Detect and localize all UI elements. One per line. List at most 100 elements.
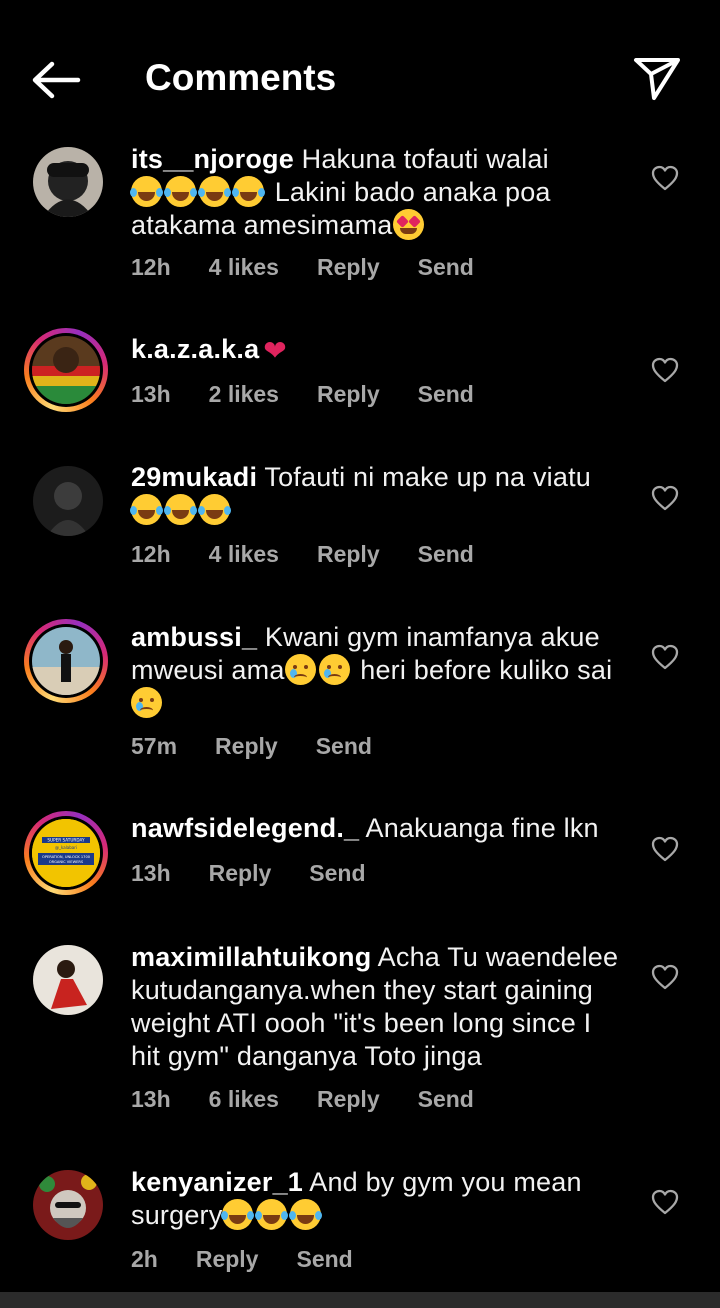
story-ring[interactable]	[24, 328, 108, 412]
reply-button[interactable]: Reply	[317, 380, 380, 408]
comment-item: maximillahtuikong Acha Tu waendelee kutu…	[0, 935, 720, 1125]
reply-button[interactable]: Reply	[317, 540, 380, 568]
story-ring[interactable]	[24, 619, 108, 703]
heart-outline-icon[interactable]	[651, 644, 679, 670]
comment-text: maximillahtuikong Acha Tu waendelee kutu…	[131, 941, 626, 1073]
avatar-text: @_kalabari	[55, 845, 77, 850]
comment-username[interactable]: 29mukadi	[131, 462, 257, 492]
heart-outline-icon[interactable]	[651, 1189, 679, 1215]
comment-meta: 13h 6 likes Reply Send	[131, 1085, 512, 1113]
comment-username[interactable]: ambussi_	[131, 622, 257, 652]
avatar-image	[33, 1170, 103, 1240]
bottom-bar	[0, 1292, 720, 1308]
laughing-emoji-icon	[164, 494, 197, 525]
comment-item: SUPER SATURDAY @_kalabari OPERATION, UNL…	[0, 806, 720, 906]
comment-time: 57m	[131, 733, 178, 759]
avatar[interactable]	[33, 147, 103, 217]
reply-button[interactable]: Reply	[317, 1085, 380, 1113]
comment-time: 13h	[131, 1086, 171, 1112]
heart-outline-icon[interactable]	[651, 357, 679, 383]
comment-text-line: atakama amesimama	[131, 210, 393, 240]
comment-meta: 13h 2 likes Reply Send	[131, 380, 512, 408]
comment-username[interactable]: nawfsidelegend._	[131, 813, 359, 843]
avatar-image	[33, 466, 103, 536]
reply-button[interactable]: Reply	[215, 732, 278, 760]
laughing-emoji-icon	[221, 1199, 255, 1230]
comment-username[interactable]: its__njoroge	[131, 144, 294, 174]
comment-text: kenyanizer_1 And by gym you mean surgery	[131, 1166, 626, 1232]
heart-outline-icon[interactable]	[651, 964, 679, 990]
reply-button[interactable]: Reply	[209, 859, 272, 887]
red-heart-emoji-icon: ❤	[263, 335, 287, 366]
comment-item: k.a.z.a.k.a ❤ 13h 2 likes Reply Send	[0, 320, 720, 420]
laughing-emoji-icon	[130, 494, 163, 525]
send-button[interactable]: Send	[418, 253, 474, 281]
comment-meta: 12h 4 likes Reply Send	[131, 540, 512, 568]
reply-button[interactable]: Reply	[196, 1245, 259, 1273]
comment-username[interactable]: kenyanizer_1	[131, 1167, 303, 1197]
reply-button[interactable]: Reply	[317, 253, 380, 281]
likes-count[interactable]: 2 likes	[209, 380, 279, 408]
send-button[interactable]: Send	[418, 1085, 474, 1113]
laughing-emoji-icon	[198, 176, 231, 207]
avatar-image	[33, 147, 103, 217]
avatar[interactable]	[33, 945, 103, 1015]
heart-outline-icon[interactable]	[651, 165, 679, 191]
laughing-emoji-icon	[289, 1199, 323, 1230]
heart-outline-icon[interactable]	[651, 485, 679, 511]
page-title: Comments	[145, 57, 337, 98]
comment-text-line: Acha Tu waendelee	[377, 942, 619, 972]
likes-count[interactable]: 4 likes	[209, 253, 279, 281]
laughing-emoji-icon	[198, 494, 231, 525]
avatar-image	[32, 336, 100, 404]
comment-text-line: Tofauti ni make up na viatu	[264, 462, 591, 492]
comment-username[interactable]: k.a.z.a.k.a	[131, 334, 259, 364]
crying-emoji-icon	[318, 654, 350, 685]
avatar-image	[33, 945, 103, 1015]
likes-count[interactable]: 6 likes	[209, 1085, 279, 1113]
comment-username[interactable]: maximillahtuikong	[131, 942, 371, 972]
comment-text-line: mweusi ama	[131, 655, 285, 685]
comment-text-line: kutudanganya.when they start gaining	[131, 975, 594, 1005]
comment-time: 12h	[131, 254, 171, 280]
paper-plane-icon[interactable]	[632, 54, 682, 102]
send-button[interactable]: Send	[418, 380, 474, 408]
laughing-emoji-icon	[255, 1199, 289, 1230]
avatar[interactable]	[33, 466, 103, 536]
laughing-emoji-icon	[232, 176, 265, 207]
heart-outline-icon[interactable]	[651, 836, 679, 862]
comment-text: ambussi_ Kwani gym inamfanya akue mweusi…	[131, 621, 626, 720]
comment-item: kenyanizer_1 And by gym you mean surgery…	[0, 1160, 720, 1285]
avatar: SUPER SATURDAY @_kalabari OPERATION, UNL…	[32, 819, 100, 887]
comment-time: 13h	[131, 381, 171, 407]
laughing-emoji-icon	[130, 176, 163, 207]
laughing-emoji-icon	[164, 176, 197, 207]
comment-text: nawfsidelegend._ Anakuanga fine lkn	[131, 812, 626, 845]
avatar[interactable]	[33, 1170, 103, 1240]
send-button[interactable]: Send	[309, 859, 365, 887]
avatar	[32, 627, 100, 695]
send-button[interactable]: Send	[418, 540, 474, 568]
comment-text: 29mukadi Tofauti ni make up na viatu	[130, 461, 626, 527]
avatar-text: ORGANIC VIEWERS	[49, 860, 84, 864]
comment-time: 12h	[131, 541, 171, 567]
comment-time: 13h	[131, 860, 171, 886]
back-arrow-icon[interactable]	[30, 58, 82, 102]
crying-emoji-icon	[284, 654, 316, 685]
send-button[interactable]: Send	[296, 1245, 352, 1273]
comment-item: ambussi_ Kwani gym inamfanya akue mweusi…	[0, 612, 720, 772]
comment-meta: 13h Reply Send	[131, 859, 404, 887]
comment-text: its__njoroge Hakuna tofauti walai Lakini…	[130, 143, 626, 242]
comment-meta: 12h 4 likes Reply Send	[131, 253, 512, 281]
comment-text: k.a.z.a.k.a ❤	[131, 333, 626, 367]
comment-text-line: Anakuanga fine lkn	[365, 813, 599, 843]
comment-text-line: And by gym you mean	[309, 1167, 582, 1197]
comment-text-line: weight ATI oooh "it's been long since I	[131, 1008, 592, 1038]
send-button[interactable]: Send	[316, 732, 372, 760]
likes-count[interactable]: 4 likes	[209, 540, 279, 568]
story-ring[interactable]: SUPER SATURDAY @_kalabari OPERATION, UNL…	[24, 811, 108, 895]
avatar-image	[32, 627, 100, 695]
heart-eyes-emoji-icon	[392, 209, 424, 240]
avatar-text: OPERATION, UNLOCK 1700	[42, 855, 91, 859]
avatar-text: SUPER SATURDAY	[47, 838, 85, 843]
